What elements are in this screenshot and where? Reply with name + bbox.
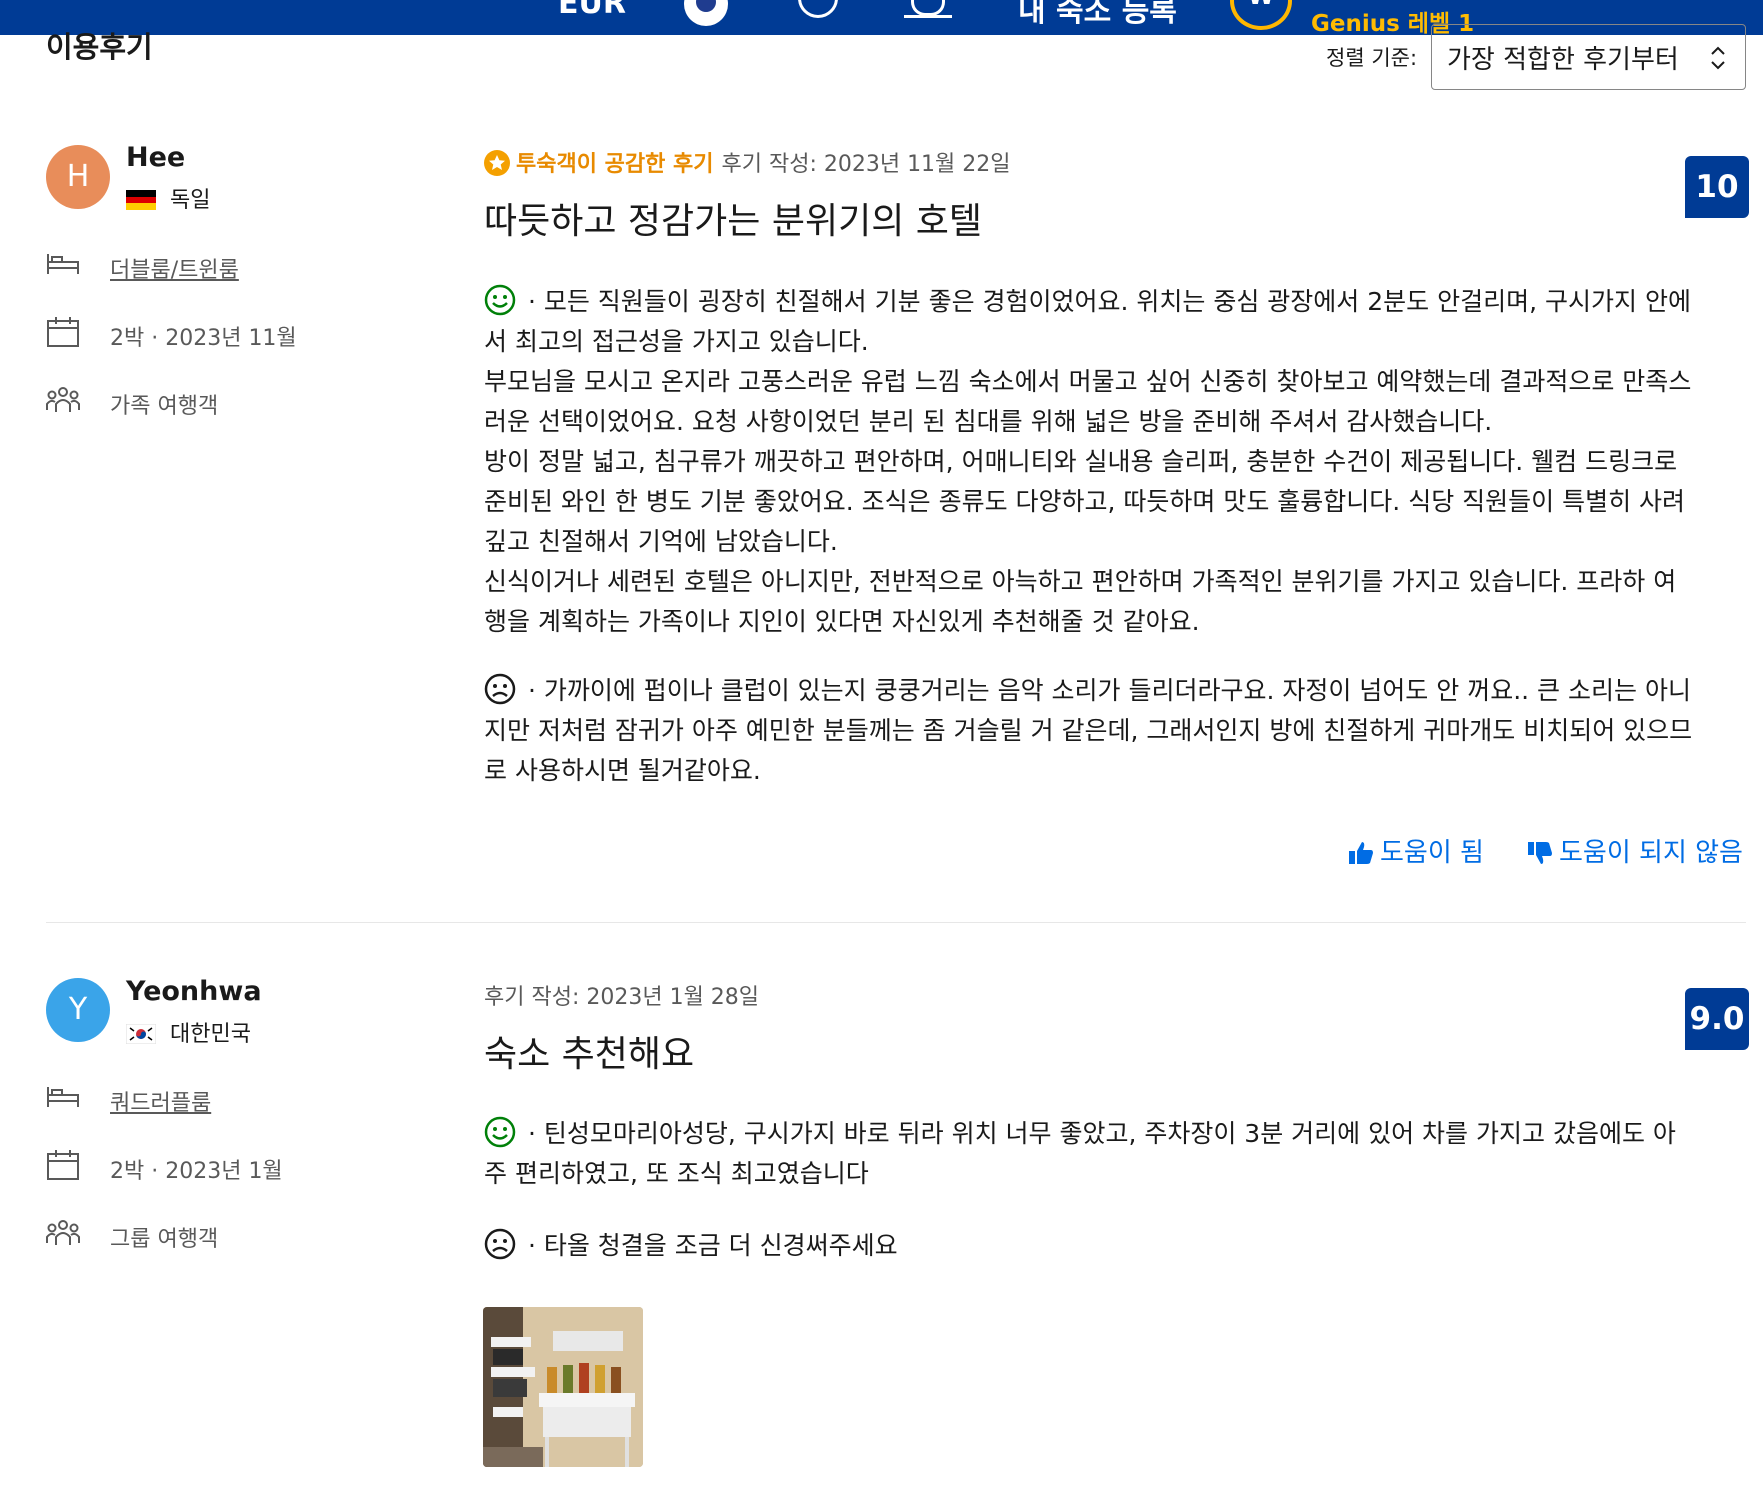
country-name: 독일 — [170, 188, 211, 213]
not-helpful-button[interactable]: 도움이 되지 않음 — [1527, 832, 1743, 869]
not-helpful-label: 도움이 되지 않음 — [1559, 838, 1743, 868]
negative-line: 지만 저처럼 잠귀가 아주 예민한 분들께는 좀 거슬릴 거 같은데, 그래서인… — [484, 716, 1693, 745]
positive-line: 러운 선택이었어요. 요청 사항이었던 분리 된 침대를 위해 넓은 방을 준비… — [484, 407, 1493, 436]
smile-icon — [484, 1116, 516, 1148]
guest-liked-badge: 투숙객이 공감한 후기 — [516, 152, 714, 177]
positive-line: 주 편리하였고, 또 조식 최고였습니다 — [484, 1159, 869, 1188]
positive-line: · 모든 직원들이 굉장히 친절해서 기분 좋은 경험이었어요. 위치는 중심 … — [520, 287, 1691, 316]
thumbs-up-icon — [1349, 842, 1373, 864]
review-photo[interactable] — [483, 1307, 643, 1467]
list-property-link[interactable]: 내 숙소 등록 — [1018, 0, 1177, 30]
korea-flag-icon — [126, 1024, 156, 1044]
helpful-button[interactable]: 도움이 됨 — [1348, 832, 1484, 869]
smile-icon — [484, 284, 516, 316]
negative-line: 로 사용하시면 될거같아요. — [484, 756, 761, 785]
sort-label: 정렬 기준: — [1326, 46, 1418, 70]
positive-line: 행을 계획하는 가족이나 지인이 있다면 자신있게 추천해줄 것 같아요. — [484, 607, 1200, 636]
room-type-link[interactable]: 더블룸/트윈룸 — [110, 252, 239, 284]
bed-icon — [47, 1087, 79, 1107]
stay-info: 2박 · 2023년 11월 — [110, 326, 297, 351]
negative-text: · 타올 청결을 조금 더 신경써주세요 — [484, 1226, 1750, 1266]
positive-line: 신식이거나 세련된 호텔은 아니지만, 전반적으로 아늑하고 편안하며 가족적인… — [484, 567, 1677, 596]
sort-selected-value: 가장 적합한 후기부터 — [1447, 45, 1679, 75]
currency-button[interactable]: EUR — [558, 0, 626, 21]
review-date: 후기 작성: 2023년 11월 22일 — [721, 152, 1011, 177]
review-divider — [46, 922, 1746, 923]
review-score: 10 — [1685, 156, 1749, 218]
positive-text: · 모든 직원들이 굉장히 친절해서 기분 좋은 경험이었어요. 위치는 중심 … — [484, 282, 1750, 642]
positive-line: 서 최고의 접근성을 가지고 있습니다. — [484, 327, 869, 356]
section-title: 이용후기 — [46, 30, 153, 64]
help-icon[interactable] — [798, 0, 838, 18]
sad-face-icon — [484, 673, 516, 705]
sort-select[interactable]: 가장 적합한 후기부터 — [1431, 24, 1746, 90]
helpful-label: 도움이 됨 — [1380, 838, 1484, 868]
reviewer-country: 독일 — [126, 182, 210, 214]
group-icon — [46, 1220, 80, 1245]
review-date: 후기 작성: 2023년 1월 28일 — [484, 985, 760, 1010]
negative-line: · 타올 청결을 조금 더 신경써주세요 — [520, 1231, 898, 1260]
language-flag-icon[interactable] — [684, 0, 728, 26]
germany-flag-icon — [126, 190, 156, 210]
bed-icon — [47, 254, 79, 274]
traveler-type: 가족 여행객 — [110, 394, 219, 419]
positive-text: · 틴성모마리아성당, 구시가지 바로 뒤라 위치 너무 좋았고, 주차장이 3… — [484, 1114, 1750, 1194]
notification-bell-icon[interactable] — [904, 0, 952, 18]
reviewer-country: 대한민국 — [126, 1016, 251, 1048]
review-score: 9.0 — [1685, 988, 1749, 1050]
review-meta: 후기 작성: 2023년 1월 28일 — [484, 979, 759, 1011]
user-avatar[interactable]: W — [1230, 0, 1292, 30]
chevron-updown-icon — [1711, 46, 1725, 70]
positive-line: 준비된 와인 한 병도 기분 좋았어요. 조식은 종류도 다양하고, 따듯하며 … — [484, 487, 1686, 516]
reviewer-avatar: H — [46, 145, 110, 209]
room-type-link[interactable]: 쿼드러플룸 — [110, 1085, 211, 1117]
thumbs-down-icon — [1528, 842, 1552, 864]
calendar-icon — [47, 1150, 79, 1180]
reviewer-name: Hee — [126, 142, 186, 173]
reviewer-avatar: Y — [46, 978, 110, 1042]
positive-line: 깊고 친절해서 기억에 남았습니다. — [484, 527, 838, 556]
review-title: 숙소 추천해요 — [484, 1034, 695, 1075]
negative-text: · 가까이에 펍이나 클럽이 있는지 쿵쿵거리는 음악 소리가 들리더라구요. … — [484, 671, 1750, 791]
review-photo-image — [483, 1307, 643, 1467]
positive-line: 부모님을 모시고 온지라 고풍스러운 유럽 느낌 숙소에서 머물고 싶어 신중히… — [484, 367, 1692, 396]
positive-line: · 틴성모마리아성당, 구시가지 바로 뒤라 위치 너무 좋았고, 주차장이 3… — [520, 1119, 1676, 1148]
star-badge-icon — [484, 150, 510, 176]
group-icon — [46, 387, 80, 412]
review-title: 따듯하고 정감가는 분위기의 호텔 — [484, 201, 983, 242]
review-meta: 투숙객이 공감한 후기 후기 작성: 2023년 11월 22일 — [484, 146, 1011, 178]
sad-face-icon — [484, 1228, 516, 1260]
calendar-icon — [47, 317, 79, 347]
traveler-type: 그룹 여행객 — [110, 1227, 219, 1252]
reviewer-name: Yeonhwa — [126, 976, 262, 1007]
positive-line: 방이 정말 넓고, 침구류가 깨끗하고 편안하며, 어매니티와 실내용 슬리퍼,… — [484, 447, 1678, 476]
stay-info: 2박 · 2023년 1월 — [110, 1159, 283, 1184]
negative-line: · 가까이에 펍이나 클럽이 있는지 쿵쿵거리는 음악 소리가 들리더라구요. … — [520, 676, 1691, 705]
country-name: 대한민국 — [170, 1022, 251, 1047]
